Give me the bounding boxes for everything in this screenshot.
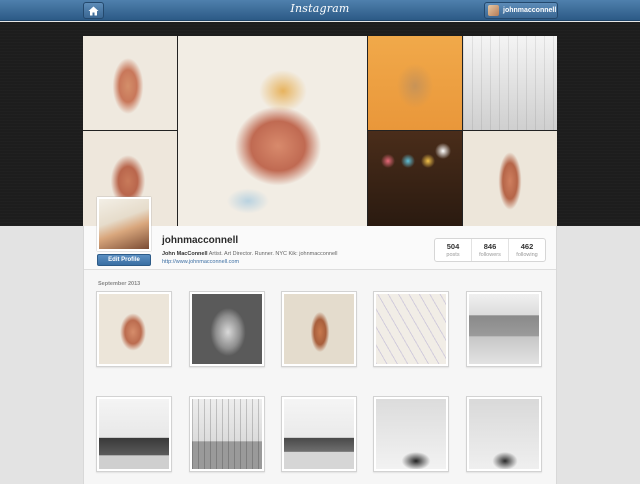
feed-photo[interactable] [466, 396, 542, 472]
profile-card: Edit Profile johnmacconnell John MacConn… [83, 197, 557, 484]
profile-bio: John MacConnell Artist. Art Director. Ru… [162, 251, 337, 257]
user-menu-button[interactable]: johnmacconnell [484, 2, 558, 19]
feed-photo[interactable] [96, 396, 172, 472]
profile-website-link[interactable]: http://www.johnmacconnell.com [162, 259, 239, 265]
feed-month-heading: September 2013 [98, 281, 141, 287]
profile-avatar[interactable] [97, 197, 151, 251]
stat-label: followers [479, 252, 501, 258]
mosaic-photo[interactable] [368, 36, 462, 130]
profile-stats: 504 posts 846 followers 462 following [434, 238, 546, 262]
feed-photo[interactable] [189, 291, 265, 367]
feed-photo[interactable] [466, 291, 542, 367]
stat-label: posts [446, 252, 460, 258]
stat-value: 462 [520, 242, 534, 251]
feed-photo[interactable] [96, 291, 172, 367]
mosaic-photo[interactable] [463, 131, 557, 226]
stat-following[interactable]: 462 following [509, 239, 545, 261]
feed-photo[interactable] [189, 396, 265, 472]
mosaic-photo[interactable] [368, 131, 462, 226]
profile-username: johnmacconnell [162, 235, 239, 246]
stat-followers[interactable]: 846 followers [472, 239, 509, 261]
stat-value: 504 [446, 242, 460, 251]
feed-photo[interactable] [373, 291, 449, 367]
mosaic-photo[interactable] [83, 36, 177, 130]
user-avatar-icon [488, 5, 499, 16]
user-menu-username: johnmacconnell [503, 7, 557, 14]
feed-photo[interactable] [373, 396, 449, 472]
edit-profile-button[interactable]: Edit Profile [97, 254, 151, 266]
profile-bio-text: Artist. Art Director. Runner. NYC Kik: j… [208, 251, 338, 257]
mosaic-photo[interactable] [463, 36, 557, 130]
top-bar: Instagram johnmacconnell [0, 0, 640, 21]
profile-header: Edit Profile johnmacconnell John MacConn… [84, 197, 556, 270]
stat-value: 846 [483, 242, 497, 251]
header-photo-mosaic [83, 36, 557, 226]
stat-posts[interactable]: 504 posts [435, 239, 472, 261]
profile-full-name: John MacConnell [162, 251, 208, 257]
feed-photo[interactable] [281, 291, 357, 367]
feed-photo[interactable] [281, 396, 357, 472]
mosaic-photo-featured[interactable] [178, 36, 367, 226]
stat-label: following [516, 252, 538, 258]
